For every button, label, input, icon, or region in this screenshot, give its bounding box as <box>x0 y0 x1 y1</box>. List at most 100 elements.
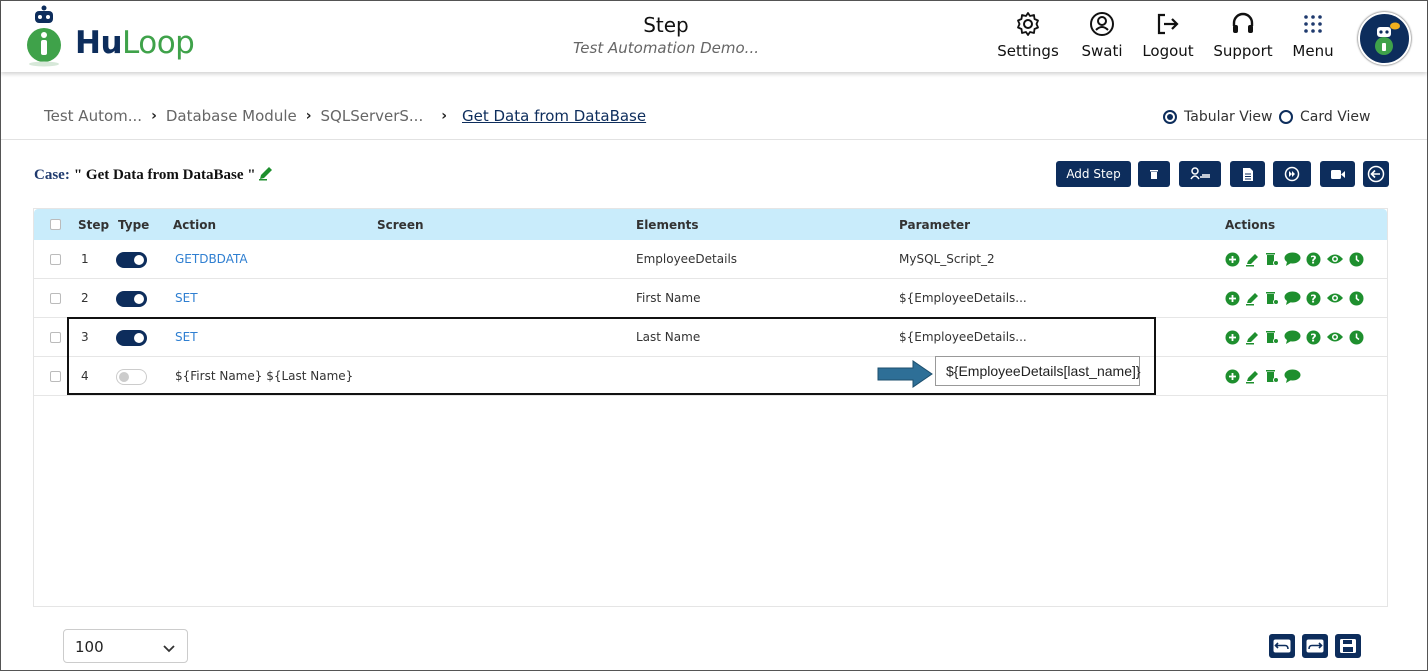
edit-pencil-icon[interactable] <box>1245 252 1260 267</box>
breadcrumb-item-module[interactable]: Database Module <box>166 107 297 125</box>
edit-pencil-icon[interactable] <box>1245 369 1260 384</box>
divider <box>1 139 1427 140</box>
step-number: 2 <box>81 291 89 305</box>
record-steps-button[interactable] <box>1179 161 1221 187</box>
parameter-value-callout: ${EmployeeDetails[last_name]} <box>935 356 1141 386</box>
support-button[interactable]: Support <box>1213 9 1273 65</box>
breadcrumb: Test Autom... › Database Module › SQLSer… <box>44 107 646 125</box>
column-header-actions: Actions <box>1225 218 1276 232</box>
column-header-elements[interactable]: Elements <box>636 218 699 232</box>
column-header-step[interactable]: Step <box>78 218 109 232</box>
add-circle-icon[interactable] <box>1225 330 1240 345</box>
undo-button[interactable] <box>1269 634 1295 658</box>
comment-icon[interactable] <box>1284 330 1301 344</box>
clock-icon[interactable] <box>1349 291 1364 306</box>
chatbot-avatar[interactable] <box>1358 12 1411 65</box>
table-header: Step Type Action Screen Elements Paramet… <box>34 209 1387 240</box>
clock-icon[interactable] <box>1349 252 1364 267</box>
breadcrumb-item-project[interactable]: Test Autom... <box>44 107 142 125</box>
run-button[interactable] <box>1273 161 1311 187</box>
video-camera-icon <box>1330 169 1345 179</box>
settings-label: Settings <box>997 42 1059 60</box>
gear-icon <box>997 9 1059 39</box>
eye-icon[interactable] <box>1326 292 1344 304</box>
column-header-action[interactable]: Action <box>173 218 216 232</box>
chevron-down-icon <box>163 639 175 657</box>
delete-trash-icon[interactable] <box>1265 290 1279 306</box>
robot-avatar-icon <box>1375 22 1400 55</box>
row-checkbox[interactable] <box>50 293 61 304</box>
elements-cell: First Name <box>636 291 701 305</box>
huloop-logo[interactable]: HuLoop <box>23 5 195 67</box>
video-button[interactable] <box>1320 161 1355 187</box>
comment-icon[interactable] <box>1284 291 1301 305</box>
delete-trash-icon[interactable] <box>1265 329 1279 345</box>
top-header: HuLoop Step Test Automation Demo... Sett… <box>1 1 1427 72</box>
logout-button[interactable]: Logout <box>1142 9 1194 65</box>
document-button[interactable] <box>1230 161 1265 187</box>
page-size-select[interactable]: 100 <box>63 629 188 663</box>
case-label: Case: <box>34 167 70 183</box>
type-toggle[interactable] <box>116 291 147 307</box>
breadcrumb-item-suite[interactable]: SQLServerS... <box>321 107 424 125</box>
add-step-button[interactable]: Add Step <box>1056 161 1131 187</box>
add-circle-icon[interactable] <box>1225 252 1240 267</box>
help-circle-icon[interactable]: ? <box>1306 330 1321 345</box>
row-checkbox[interactable] <box>50 332 61 343</box>
user-name-label: Swati <box>1081 42 1123 60</box>
add-circle-icon[interactable] <box>1225 369 1240 384</box>
delete-button[interactable] <box>1138 161 1170 187</box>
user-profile-button[interactable]: Swati <box>1079 9 1125 65</box>
edit-case-pencil-icon[interactable] <box>258 165 274 186</box>
user-icon <box>1079 9 1125 39</box>
trash-icon <box>1150 170 1158 179</box>
edit-pencil-icon[interactable] <box>1245 291 1260 306</box>
redo-button[interactable] <box>1302 634 1328 658</box>
column-header-type[interactable]: Type <box>118 218 149 232</box>
comment-icon[interactable] <box>1284 369 1301 383</box>
select-all-checkbox[interactable] <box>50 219 61 230</box>
step-number: 1 <box>81 252 89 266</box>
back-button[interactable] <box>1363 161 1389 187</box>
comment-icon[interactable] <box>1284 252 1301 266</box>
logout-icon <box>1142 9 1194 39</box>
card-view-label: Card View <box>1300 109 1371 125</box>
row-actions: ? <box>1225 251 1369 267</box>
steps-table: Step Type Action Screen Elements Paramet… <box>33 208 1388 607</box>
clock-icon[interactable] <box>1349 330 1364 345</box>
row-actions: ? <box>1225 329 1369 345</box>
headset-icon <box>1213 9 1273 39</box>
menu-button[interactable]: Menu <box>1291 9 1335 65</box>
card-view-radio[interactable]: Card View <box>1279 109 1370 125</box>
column-header-screen[interactable]: Screen <box>377 218 424 232</box>
eye-icon[interactable] <box>1326 253 1344 265</box>
type-toggle[interactable] <box>116 252 147 268</box>
row-checkbox[interactable] <box>50 254 61 265</box>
help-circle-icon[interactable]: ? <box>1306 252 1321 267</box>
settings-button[interactable]: Settings <box>997 9 1059 65</box>
menu-label: Menu <box>1292 42 1334 60</box>
table-row[interactable]: 1 GETDBDATA EmployeeDetails MySQL_Script… <box>34 240 1387 279</box>
edit-pencil-icon[interactable] <box>1245 330 1260 345</box>
fast-forward-circle-icon <box>1284 166 1300 182</box>
tabular-view-radio[interactable]: Tabular View <box>1163 109 1272 125</box>
row-actions <box>1225 368 1306 384</box>
eye-icon[interactable] <box>1326 331 1344 343</box>
delete-trash-icon[interactable] <box>1265 251 1279 267</box>
column-header-parameter[interactable]: Parameter <box>899 218 970 232</box>
add-circle-icon[interactable] <box>1225 291 1240 306</box>
help-circle-icon[interactable]: ? <box>1306 291 1321 306</box>
row-checkbox[interactable] <box>50 371 61 382</box>
radio-unselected-icon <box>1279 110 1293 124</box>
tabular-view-label: Tabular View <box>1184 109 1273 125</box>
chevron-right-icon: › <box>305 108 312 124</box>
table-row[interactable]: 2 SET First Name ${EmployeeDetails... ? <box>34 279 1387 318</box>
breadcrumb-item-current[interactable]: Get Data from DataBase <box>462 107 646 125</box>
save-button[interactable] <box>1335 634 1361 658</box>
action-cell[interactable]: SET <box>175 291 198 305</box>
save-icon <box>1340 639 1356 653</box>
delete-trash-icon[interactable] <box>1265 368 1279 384</box>
action-cell[interactable]: GETDBDATA <box>175 252 248 266</box>
page-subtitle: Test Automation Demo... <box>572 39 759 57</box>
robot-logo-icon <box>27 5 61 67</box>
